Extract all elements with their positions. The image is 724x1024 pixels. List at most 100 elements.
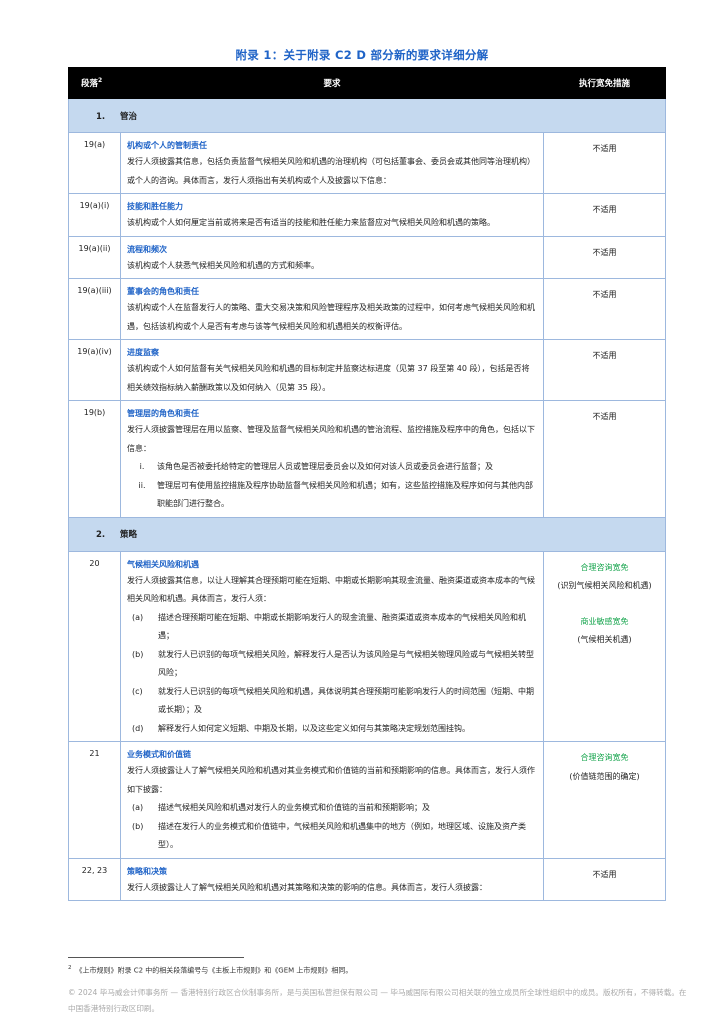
exemption-cell: 不适用 xyxy=(543,400,666,518)
table-row: 19(a)(i) 技能和胜任能力 该机构或个人如何厘定当前或将来是否有适当的技能… xyxy=(68,193,666,237)
sub-item: (b) 描述在发行人的业务模式和价值链中，气候相关风险和机遇集中的地方（例如，地… xyxy=(127,818,537,855)
exemption-cell: 不适用 xyxy=(543,857,666,901)
requirement-body: 该机构或个人获悉气候相关风险和机遇的方式和频率。 xyxy=(127,260,319,270)
footnote-text: 《上市规则》附录 C2 中的相关段落编号与《主板上市规则》和《GEM 上市规则》… xyxy=(75,966,353,975)
requirement-body: 该机构或个人在监督发行人的策略、重大交易决策和风险管理程序及相关政策的过程中，如… xyxy=(127,303,535,331)
exemption-desc: (识别气候相关风险和机遇) xyxy=(557,581,652,590)
requirement-body: 发行人须披露其信息，以让人理解其合理预期可能在短期、中期或长期影响其现金流量、融… xyxy=(127,575,535,604)
requirement-title: 技能和胜任能力 xyxy=(127,202,183,211)
exemption-desc: (价值链范围的确定) xyxy=(569,771,640,781)
exemption-cell: 不适用 xyxy=(543,235,666,279)
requirement-cell: 流程和频次 该机构或个人获悉气候相关风险和机遇的方式和频率。 xyxy=(120,235,544,279)
requirement-title: 业务模式和价值链 xyxy=(127,750,191,759)
exemption-cell: 合理咨询宽免 (识别气候相关风险和机遇) 商业敏感宽免 (气候相关机遇) xyxy=(543,550,666,742)
section-label: 管治 xyxy=(120,111,138,122)
sub-item: (a) 描述气候相关风险和机遇对发行人的业务模式和价值链的当前和预期影响；及 xyxy=(127,799,537,818)
requirement-cell: 董事会的角色和责任 该机构或个人在监督发行人的策略、重大交易决策和风险管理程序及… xyxy=(120,278,544,340)
requirement-body: 发行人须披露让人了解气候相关风险和机遇对其策略和决策的影响的信息。具体而言，发行… xyxy=(127,882,487,892)
requirement-cell: 业务模式和价值链 发行人须披露让人了解气候相关风险和机遇对其业务模式和价值链的当… xyxy=(120,741,544,859)
para-number: 19(a)(iii) xyxy=(68,278,121,340)
requirement-cell: 气候相关风险和机遇 发行人须披露其信息，以让人理解其合理预期可能在短期、中期或长… xyxy=(120,550,544,742)
sub-item-label: (a) xyxy=(132,612,144,622)
sub-item: ii. 管理层可有使用监控措施及程序协助监督气候相关风险和机遇；如有，这些监控措… xyxy=(127,477,537,514)
header-exemption: 执行宽免措施 xyxy=(543,67,666,99)
exemption-cell: 合理咨询宽免 (价值链范围的确定) xyxy=(543,741,666,859)
sub-item-text: 就发行人已识别的每项气候相关风险和机遇，具体说明其合理预期可能影响发行人的时间范… xyxy=(158,686,534,715)
requirement-cell: 机构或个人的管制责任 发行人须披露其信息，包括负责监督气候相关风险和机遇的治理机… xyxy=(120,132,544,194)
copyright-notice: © 2024 毕马威会计师事务所 — 香港特别行政区合伙制事务所，是与英国私营担… xyxy=(68,988,687,1013)
sub-item-text: 描述在发行人的业务模式和价值链中，气候相关风险和机遇集中的地方（例如，地理区域、… xyxy=(158,821,526,850)
table-row: 19(a) 机构或个人的管制责任 发行人须披露其信息，包括负责监督气候相关风险和… xyxy=(68,132,666,194)
sub-item-text: 就发行人已识别的每项气候相关风险，解释发行人是否认为该风险是与气候相关物理风险或… xyxy=(158,649,534,678)
para-number: 19(b) xyxy=(68,400,121,518)
requirement-body: 发行人须披露让人了解气候相关风险和机遇对其业务模式和价值链的当前和预期影响的信息… xyxy=(127,766,535,794)
requirement-title: 管理层的角色和责任 xyxy=(127,409,199,418)
exemption-title: 商业敏感宽免 xyxy=(580,616,629,626)
sub-item-text: 描述气候相关风险和机遇对发行人的业务模式和价值链的当前和预期影响；及 xyxy=(158,803,430,812)
requirement-body: 该机构或个人如何厘定当前或将来是否有适当的技能和胜任能力来监督应对气候相关风险和… xyxy=(127,218,495,227)
footnote-number: 2 xyxy=(68,965,72,971)
table-row: 19(a)(ii) 流程和频次 该机构或个人获悉气候相关风险和机遇的方式和频率。… xyxy=(68,235,666,279)
requirement-title: 董事会的角色和责任 xyxy=(127,287,199,296)
requirement-cell: 管理层的角色和责任 发行人须披露管理层在用以监察、管理及监督气候相关风险和机遇的… xyxy=(120,400,544,518)
requirement-body: 该机构或个人如何监督有关气候相关风险和机遇的目标制定并监察达标进度（见第 37 … xyxy=(127,364,530,392)
header-para: 段落2 xyxy=(68,67,121,99)
sub-item: (a) 描述合理预期可能在短期、中期或长期影响发行人的现金流量、融资渠道或资本成… xyxy=(127,609,537,646)
para-number: 21 xyxy=(68,741,121,859)
section-number: 1. xyxy=(96,111,106,122)
sub-item-label: i. xyxy=(139,462,145,471)
sub-item-label: ii. xyxy=(138,480,146,490)
sub-item-text: 该角色是否被委托给特定的管理层人员或管理层委员会以及如何对该人员或委员会进行监督… xyxy=(157,462,493,471)
section-label: 策略 xyxy=(120,530,138,540)
sub-item-label: (d) xyxy=(132,723,144,733)
footnote-divider xyxy=(68,957,244,958)
table-row: 21 业务模式和价值链 发行人须披露让人了解气候相关风险和机遇对其业务模式和价值… xyxy=(68,741,666,859)
exemption-cell: 不适用 xyxy=(543,278,666,340)
para-number: 19(a)(ii) xyxy=(68,235,121,279)
requirement-cell: 策略和决策 发行人须披露让人了解气候相关风险和机遇对其策略和决策的影响的信息。具… xyxy=(120,857,544,901)
sub-item: (c) 就发行人已识别的每项气候相关风险和机遇，具体说明其合理预期可能影响发行人… xyxy=(127,683,537,720)
para-number: 20 xyxy=(68,550,121,742)
sub-item-text: 描述合理预期可能在短期、中期或长期影响发行人的现金流量、融资渠道或资本成本的气候… xyxy=(158,612,526,641)
sub-item-label: (a) xyxy=(132,803,144,812)
sub-item-label: (c) xyxy=(132,686,143,696)
sub-item-label: (b) xyxy=(132,649,144,659)
requirement-body: 发行人须披露其信息，包括负责监督气候相关风险和机遇的治理机构（可包括董事会、委员… xyxy=(127,157,535,185)
sub-item-label: (b) xyxy=(132,821,144,831)
footnote: 2 《上市规则》附录 C2 中的相关段落编号与《主板上市规则》和《GEM 上市规则… xyxy=(68,965,352,975)
requirement-title: 机构或个人的管制责任 xyxy=(127,141,207,150)
requirement-cell: 进度监察 该机构或个人如何监督有关气候相关风险和机遇的目标制定并监察达标进度（见… xyxy=(120,339,544,401)
requirement-cell: 技能和胜任能力 该机构或个人如何厘定当前或将来是否有适当的技能和胜任能力来监督应… xyxy=(120,193,544,237)
para-number: 22, 23 xyxy=(68,857,121,901)
para-number: 19(a) xyxy=(68,132,121,194)
footnote-ref: 2 xyxy=(98,77,103,85)
sub-item: (d) 解释发行人如何定义短期、中期及长期，以及这些定义如何与其策略决定规划范围… xyxy=(127,720,537,739)
table-row: 22, 23 策略和决策 发行人须披露让人了解气候相关风险和机遇对其策略和决策的… xyxy=(68,857,666,901)
exemption-title: 合理咨询宽免 xyxy=(580,562,629,572)
table-row: 19(a)(iii) 董事会的角色和责任 该机构或个人在监督发行人的策略、重大交… xyxy=(68,278,666,340)
requirement-title: 流程和频次 xyxy=(127,244,167,254)
header-requirement: 要求 xyxy=(120,67,544,99)
sub-item-text: 解释发行人如何定义短期、中期及长期，以及这些定义如何与其策略决定规划范围挂钩。 xyxy=(158,723,470,733)
requirement-title: 气候相关风险和机遇 xyxy=(127,559,199,569)
sub-item: i. 该角色是否被委托给特定的管理层人员或管理层委员会以及如何对该人员或委员会进… xyxy=(127,458,537,477)
requirements-table: 段落2 要求 执行宽免措施 1. 管治 19(a) 机构或个人的管制责任 发行人须… xyxy=(68,67,666,901)
exemption-desc: (气候相关机遇) xyxy=(577,635,632,644)
page-title: 附录 1：关于附录 C2 D 部分新的要求详细分解 xyxy=(235,48,489,62)
exemption-cell: 不适用 xyxy=(543,132,666,194)
sub-item: (b) 就发行人已识别的每项气候相关风险，解释发行人是否认为该风险是与气候相关物… xyxy=(127,646,537,683)
section-row-strategy: 2. 策略 xyxy=(68,516,666,552)
exemption-cell: 不适用 xyxy=(543,193,666,237)
table-row: 19(a)(iv) 进度监察 该机构或个人如何监督有关气候相关风险和机遇的目标制… xyxy=(68,339,666,401)
para-number: 19(a)(iv) xyxy=(68,339,121,401)
para-number: 19(a)(i) xyxy=(68,193,121,237)
sub-item-text: 管理层可有使用监控措施及程序协助监督气候相关风险和机遇；如有，这些监控措施及程序… xyxy=(157,480,533,509)
requirement-title: 进度监察 xyxy=(127,348,159,357)
table-row: 20 气候相关风险和机遇 发行人须披露其信息，以让人理解其合理预期可能在短期、中… xyxy=(68,550,666,742)
requirement-body: 发行人须披露管理层在用以监察、管理及监督气候相关风险和机遇的管治流程、监控措施及… xyxy=(127,425,535,453)
exemption-cell: 不适用 xyxy=(543,339,666,401)
section-number: 2. xyxy=(96,530,106,540)
requirement-title: 策略和决策 xyxy=(127,866,167,876)
section-row-governance: 1. 管治 xyxy=(68,98,666,133)
exemption-title: 合理咨询宽免 xyxy=(580,753,629,762)
